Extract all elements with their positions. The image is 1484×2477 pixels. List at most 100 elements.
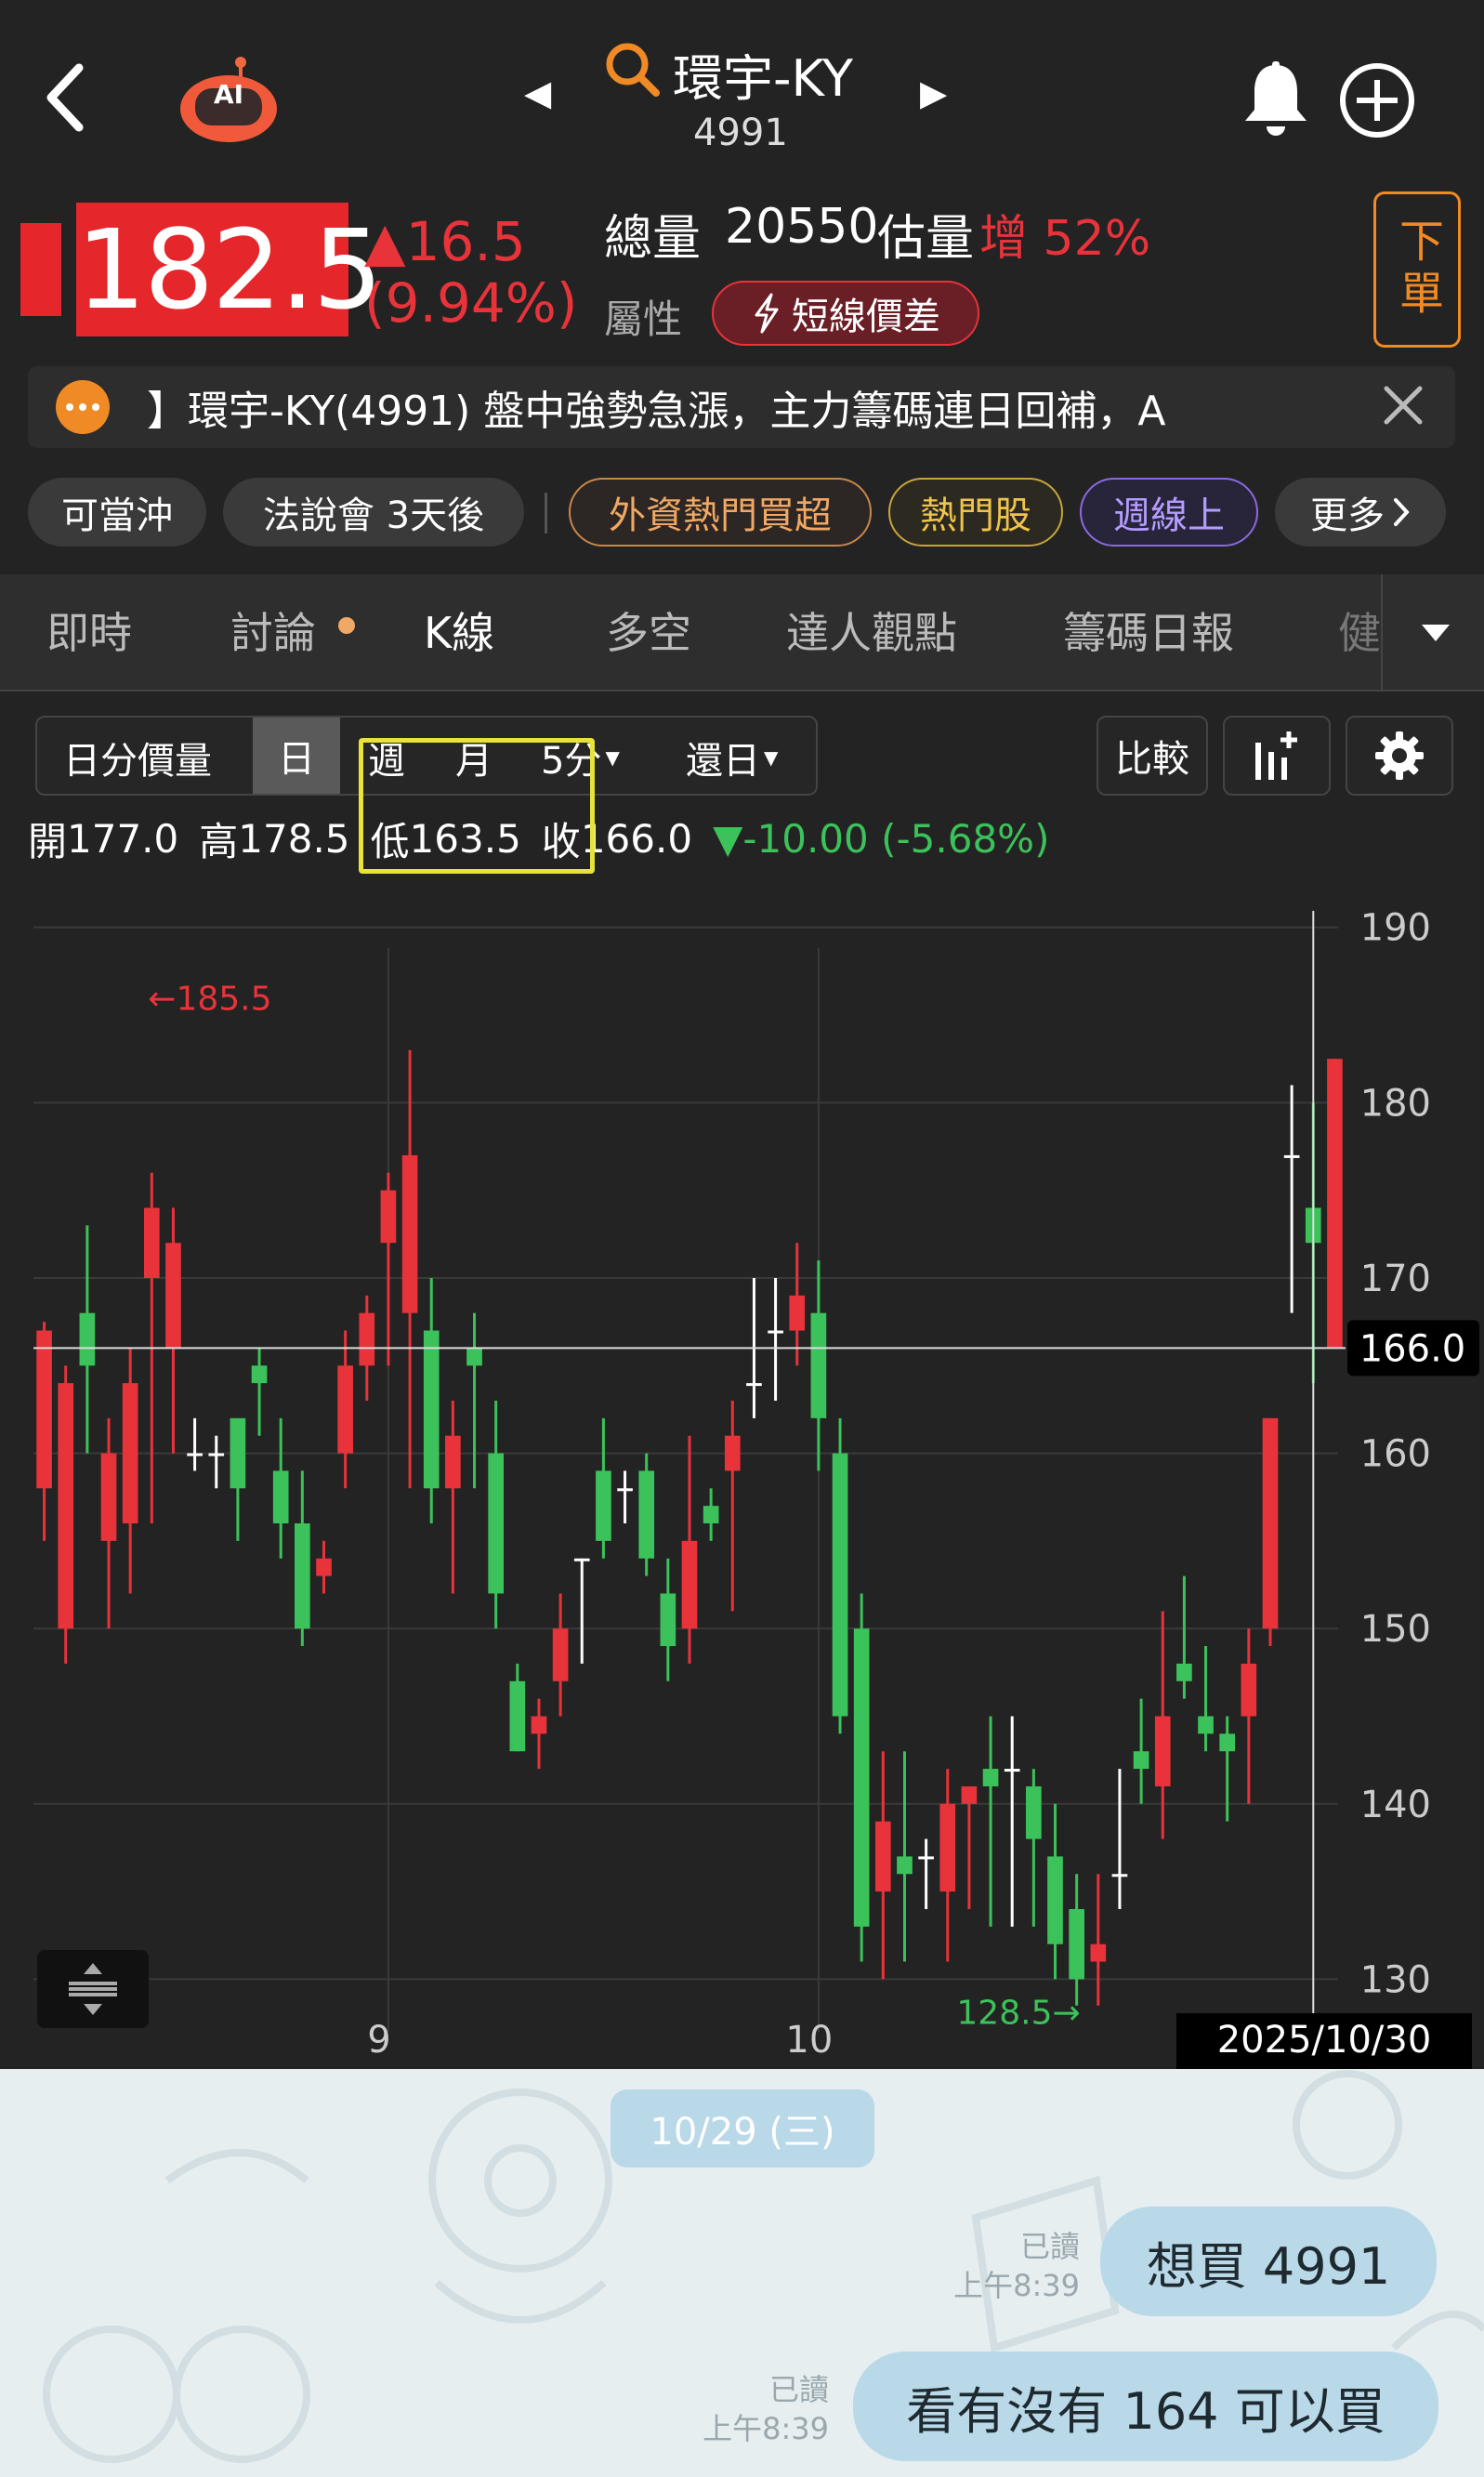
candle-body — [1241, 1663, 1257, 1717]
chart-resize-handle[interactable] — [37, 1950, 149, 2028]
read-status: 已讀 上午8:39 — [623, 2370, 829, 2448]
tag-investor-conference[interactable]: 法說會 3天後 — [223, 478, 524, 547]
candle-body — [1283, 1154, 1300, 1158]
y-tick-label: 190 — [1360, 907, 1431, 950]
stock-title[interactable]: 環宇-KY — [673, 37, 853, 111]
read-label: 已讀 — [768, 2372, 829, 2407]
news-ticker[interactable]: 】環宇-KY(4991) 盤中強勢急漲，主力籌碼連日回補，A — [28, 366, 1455, 448]
read-status: 已讀 上午8:39 — [873, 2227, 1080, 2305]
caret-down-icon: ▼ — [764, 746, 779, 769]
news-text[interactable]: 】環宇-KY(4991) 盤中強勢急漲，主力籌碼連日回補，A — [147, 377, 1355, 437]
candle-body — [359, 1312, 375, 1366]
candle-body — [295, 1523, 310, 1629]
candle-body — [897, 1856, 913, 1875]
y-tick-label: 150 — [1360, 1608, 1431, 1651]
y-tick-label: 170 — [1360, 1258, 1431, 1300]
date-chip: 10/29 (三) — [611, 2089, 874, 2167]
indicator-add-icon — [1255, 731, 1297, 780]
tag-hot-stock[interactable]: 熱門股 — [888, 478, 1063, 547]
restore-dropdown[interactable]: 還日 ▼ — [686, 731, 778, 784]
min-price-label: 128.5→ — [956, 1995, 1080, 2033]
chat-message-text: 想買 4991 — [1146, 2236, 1391, 2296]
chat-message[interactable]: 看有沒有 164 可以買 — [853, 2352, 1438, 2461]
y-tick-label: 130 — [1360, 1958, 1431, 2001]
candle-body — [509, 1680, 526, 1752]
tab-expert-views[interactable]: 達人觀點 — [786, 574, 957, 692]
candle-body — [596, 1470, 611, 1541]
open-label: 開 — [28, 819, 68, 864]
tag-foreign-buy[interactable]: 外資熱門買超 — [569, 478, 872, 547]
tag-day-trade[interactable]: 可當沖 — [28, 478, 206, 547]
compare-button[interactable]: 比較 — [1097, 716, 1208, 796]
candle-body — [230, 1417, 246, 1489]
tag-weekly-above[interactable]: 週線上 — [1080, 478, 1258, 547]
tab-long-short[interactable]: 多空 — [606, 574, 691, 692]
candle-body — [401, 1154, 418, 1313]
tab-bar: 即時 討論 K線 多空 達人觀點 籌碼日報 健 — [0, 574, 1484, 692]
candle-body — [789, 1295, 806, 1331]
candle-body — [918, 1856, 934, 1860]
resize-icon — [69, 1963, 117, 2015]
tabs-dropdown-icon[interactable] — [1420, 623, 1451, 647]
tab-more-divider — [1381, 574, 1383, 692]
y-tick-label: 180 — [1360, 1082, 1431, 1125]
period-day[interactable]: 日 — [253, 718, 340, 794]
candle-body — [531, 1716, 547, 1734]
next-stock-arrow[interactable]: ▶ — [920, 72, 947, 113]
candle-body — [982, 1769, 999, 1786]
candle-body — [122, 1383, 138, 1524]
volume-toggle[interactable]: 日分價量 — [63, 731, 212, 784]
back-button[interactable] — [28, 56, 102, 139]
chat-bubble-icon — [56, 380, 110, 434]
estimated-volume-label: 估量 — [877, 211, 975, 267]
add-indicator-button[interactable] — [1223, 716, 1331, 796]
candle-body — [853, 1628, 870, 1927]
header: AI ◀ 環宇-KY 4991 ▶ — [0, 0, 1484, 195]
tab-realtime[interactable]: 即時 — [46, 574, 132, 692]
candle-body — [1262, 1417, 1279, 1629]
candle-body — [1219, 1733, 1236, 1752]
compare-label: 比較 — [1115, 738, 1189, 781]
candle-body — [445, 1435, 461, 1489]
order-button[interactable]: 下單 — [1373, 191, 1461, 348]
candle-body — [832, 1453, 848, 1717]
close-icon[interactable] — [1379, 381, 1427, 433]
candle-body — [1133, 1751, 1149, 1770]
chevron-right-icon — [1394, 498, 1410, 526]
chat-message[interactable]: 想買 4991 — [1100, 2207, 1437, 2316]
message-time: 上午8:39 — [953, 2268, 1080, 2303]
add-watchlist-icon[interactable] — [1338, 61, 1416, 143]
candle-body — [660, 1593, 676, 1647]
period-day-label: 日 — [278, 738, 315, 781]
high-label: 高 — [199, 819, 239, 864]
candle-body — [1327, 1059, 1343, 1349]
candle-body — [1069, 1908, 1084, 1980]
candle-body — [874, 1821, 891, 1892]
candle-body — [552, 1628, 569, 1681]
last-close-label: 166.0 — [1359, 1327, 1466, 1370]
candle-body — [187, 1453, 203, 1456]
candle-body — [961, 1785, 978, 1804]
chart-settings-button[interactable] — [1346, 716, 1453, 796]
tab-kline[interactable]: K線 — [424, 574, 494, 692]
read-label: 已讀 — [1019, 2229, 1080, 2264]
date-label: 2025/10/30 — [1217, 2019, 1432, 2062]
ai-robot-button[interactable]: AI — [175, 51, 282, 144]
candle-body — [703, 1506, 719, 1524]
chat-message-text: 看有沒有 164 可以買 — [906, 2381, 1386, 2441]
candle-body — [165, 1243, 181, 1349]
candle-body — [251, 1365, 268, 1384]
total-volume-label: 總量 — [604, 211, 702, 267]
candle-body — [272, 1470, 289, 1524]
tab-discussion[interactable]: 討論 — [230, 574, 316, 692]
attribute-badge[interactable]: 短線價差 — [712, 281, 979, 346]
candle-body — [1026, 1785, 1042, 1839]
search-icon[interactable] — [604, 41, 662, 102]
tab-chip-report[interactable]: 籌碼日報 — [1063, 574, 1234, 692]
tab-health[interactable]: 健 — [1338, 574, 1383, 692]
candlestick-chart[interactable]: 190 180 170 160 150 140 130 9 10 166.0 2025/10/30 ←… — [0, 892, 1484, 2069]
prev-stock-arrow[interactable]: ◀ — [524, 72, 551, 113]
tag-more[interactable]: 更多 — [1275, 478, 1446, 547]
bell-icon[interactable] — [1241, 61, 1310, 143]
candle-body — [1154, 1716, 1171, 1786]
